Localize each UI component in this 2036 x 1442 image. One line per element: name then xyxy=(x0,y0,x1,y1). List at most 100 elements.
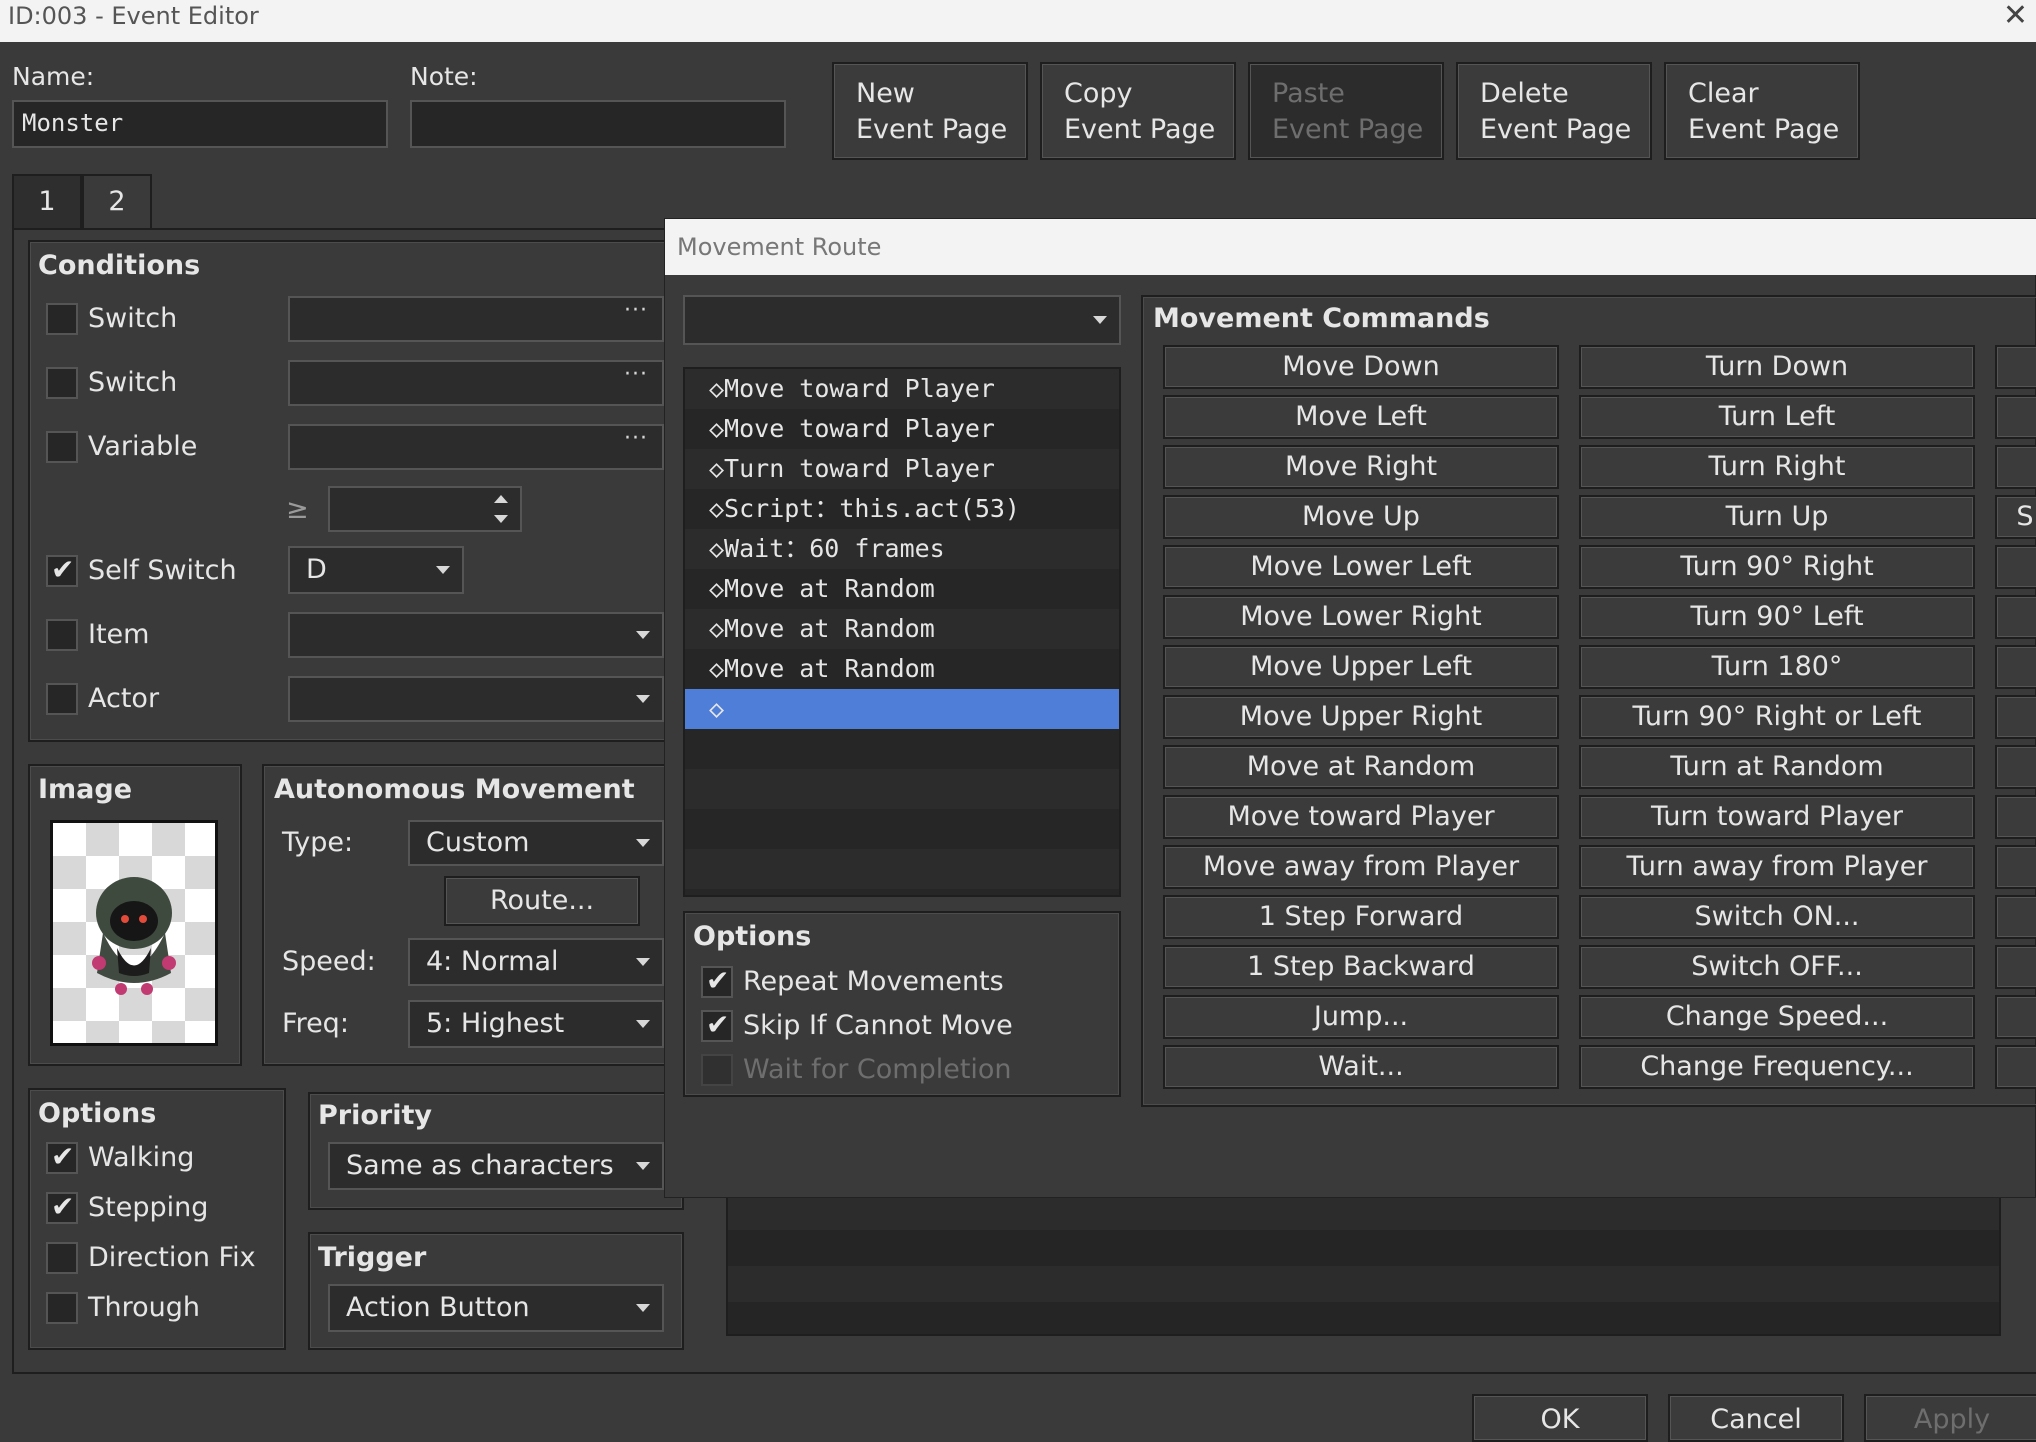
walking-checkbox[interactable]: ✔ xyxy=(46,1140,78,1174)
movement-command-button[interactable]: Turn Left xyxy=(1579,395,1975,439)
list-item[interactable]: ◇Wait：60 frames xyxy=(685,529,1119,569)
character-image[interactable] xyxy=(50,820,218,1046)
movement-command-button[interactable] xyxy=(1995,995,2036,1039)
movement-command-button[interactable] xyxy=(1995,745,2036,789)
movement-command-button[interactable]: Turn Up xyxy=(1579,495,1975,539)
delete-event-page-button[interactable]: Delete Event Page xyxy=(1456,62,1652,160)
movement-command-button[interactable]: S xyxy=(1995,495,2036,539)
movement-command-button[interactable]: Turn 180° xyxy=(1579,645,1975,689)
movement-command-button[interactable]: Move away from Player xyxy=(1163,845,1559,889)
copy-event-page-button[interactable]: Copy Event Page xyxy=(1040,62,1236,160)
movement-command-button[interactable]: Turn Down xyxy=(1579,345,1975,389)
condition-variable-field[interactable]: ··· xyxy=(288,424,664,470)
note-field[interactable] xyxy=(410,100,786,148)
tab-page-1[interactable]: 1 xyxy=(12,174,82,230)
movement-command-button[interactable]: Move Right xyxy=(1163,445,1559,489)
movement-command-button[interactable]: Move toward Player xyxy=(1163,795,1559,839)
movement-command-button[interactable]: Wait... xyxy=(1163,1045,1559,1089)
movement-command-button[interactable]: Move Upper Right xyxy=(1163,695,1559,739)
movement-command-button[interactable]: Turn Right xyxy=(1579,445,1975,489)
spin-up-icon[interactable] xyxy=(494,495,508,503)
list-item[interactable]: ◇Turn toward Player xyxy=(685,449,1119,489)
movement-command-button[interactable] xyxy=(1995,695,2036,739)
movement-command-button[interactable] xyxy=(1995,1045,2036,1089)
movement-command-button[interactable]: Move Lower Left xyxy=(1163,545,1559,589)
route-command-list[interactable]: ◇Move toward Player ◇Move toward Player … xyxy=(683,367,1121,897)
movement-command-button[interactable]: Turn 90° Right or Left xyxy=(1579,695,1975,739)
list-item[interactable]: ◇Move at Random xyxy=(685,569,1119,609)
movement-command-button[interactable]: Turn at Random xyxy=(1579,745,1975,789)
movement-command-button[interactable]: Turn 90° Left xyxy=(1579,595,1975,639)
list-item[interactable]: ◇Script：this.act(53) xyxy=(685,489,1119,529)
movement-command-button[interactable]: Move Left xyxy=(1163,395,1559,439)
wait-for-completion-checkbox[interactable] xyxy=(701,1054,733,1086)
trigger-select[interactable]: Action Button xyxy=(328,1284,664,1332)
movement-command-button[interactable] xyxy=(1995,945,2036,989)
route-target-select[interactable] xyxy=(683,295,1121,345)
movement-command-button[interactable]: Turn toward Player xyxy=(1579,795,1975,839)
movement-command-button[interactable] xyxy=(1995,445,2036,489)
condition-item-select[interactable] xyxy=(288,612,664,658)
stepping-checkbox[interactable]: ✔ xyxy=(46,1190,78,1224)
movement-command-button[interactable]: Switch OFF... xyxy=(1579,945,1975,989)
list-item-selected[interactable]: ◇ xyxy=(685,689,1119,729)
movement-command-button[interactable]: Turn away from Player xyxy=(1579,845,1975,889)
movement-command-button[interactable] xyxy=(1995,795,2036,839)
list-item[interactable]: ◇Move toward Player xyxy=(685,409,1119,449)
movement-command-button[interactable]: Move at Random xyxy=(1163,745,1559,789)
repeat-movements-checkbox[interactable]: ✔ xyxy=(701,964,733,998)
movement-command-button[interactable]: Move Up xyxy=(1163,495,1559,539)
movement-command-button[interactable] xyxy=(1995,345,2036,389)
ok-button[interactable]: OK xyxy=(1472,1394,1648,1442)
speed-select[interactable]: 4: Normal xyxy=(408,938,664,986)
cancel-button[interactable]: Cancel xyxy=(1668,1394,1844,1442)
event-contents-list[interactable] xyxy=(726,1192,2001,1336)
movement-command-button[interactable] xyxy=(1995,895,2036,939)
condition-switch1-checkbox[interactable] xyxy=(46,303,78,335)
condition-variable-checkbox[interactable] xyxy=(46,431,78,463)
condition-actor-select[interactable] xyxy=(288,676,664,722)
movement-command-button[interactable]: Turn 90° Right xyxy=(1579,545,1975,589)
condition-variable-value-spinner[interactable] xyxy=(328,486,522,532)
movement-command-button[interactable]: Switch ON... xyxy=(1579,895,1975,939)
paste-event-page-button[interactable]: Paste Event Page xyxy=(1248,62,1444,160)
tab-page-2[interactable]: 2 xyxy=(82,174,152,230)
skip-if-cannot-move-checkbox[interactable]: ✔ xyxy=(701,1008,733,1042)
route-button[interactable]: Route... xyxy=(444,876,640,926)
close-icon[interactable]: ✕ xyxy=(2003,0,2028,32)
condition-switch2-field[interactable]: ··· xyxy=(288,360,664,406)
movement-type-select[interactable]: Custom xyxy=(408,820,664,866)
movement-command-button[interactable]: Move Upper Left xyxy=(1163,645,1559,689)
list-item[interactable]: ◇Move toward Player xyxy=(685,369,1119,409)
clear-event-page-button[interactable]: Clear Event Page xyxy=(1664,62,1860,160)
list-item[interactable] xyxy=(685,849,1119,889)
movement-command-button[interactable] xyxy=(1995,395,2036,439)
direction-fix-checkbox[interactable] xyxy=(46,1242,78,1274)
condition-switch1-field[interactable]: ··· xyxy=(288,296,664,342)
movement-command-button[interactable]: 1 Step Backward xyxy=(1163,945,1559,989)
list-item[interactable]: ◇Move at Random xyxy=(685,649,1119,689)
priority-select[interactable]: Same as characters xyxy=(328,1142,664,1190)
movement-command-button[interactable] xyxy=(1995,645,2036,689)
movement-command-button[interactable] xyxy=(1995,845,2036,889)
condition-actor-checkbox[interactable] xyxy=(46,683,78,715)
list-item[interactable] xyxy=(685,729,1119,769)
movement-command-button[interactable]: Jump... xyxy=(1163,995,1559,1039)
apply-button[interactable]: Apply xyxy=(1864,1394,2036,1442)
condition-self-switch-checkbox[interactable]: ✔ xyxy=(46,553,78,587)
condition-self-switch-select[interactable]: D xyxy=(288,546,464,594)
spin-down-icon[interactable] xyxy=(494,515,508,523)
condition-item-checkbox[interactable] xyxy=(46,619,78,651)
movement-command-button[interactable]: Change Speed... xyxy=(1579,995,1975,1039)
list-item[interactable] xyxy=(685,809,1119,849)
movement-command-button[interactable] xyxy=(1995,595,2036,639)
frequency-select[interactable]: 5: Highest xyxy=(408,1000,664,1048)
movement-command-button[interactable]: 1 Step Forward xyxy=(1163,895,1559,939)
movement-command-button[interactable]: Move Down xyxy=(1163,345,1559,389)
list-item[interactable] xyxy=(685,769,1119,809)
through-checkbox[interactable] xyxy=(46,1292,78,1324)
name-field[interactable]: Monster xyxy=(12,100,388,148)
movement-command-button[interactable]: Move Lower Right xyxy=(1163,595,1559,639)
movement-command-button[interactable]: Change Frequency... xyxy=(1579,1045,1975,1089)
list-item[interactable]: ◇Move at Random xyxy=(685,609,1119,649)
